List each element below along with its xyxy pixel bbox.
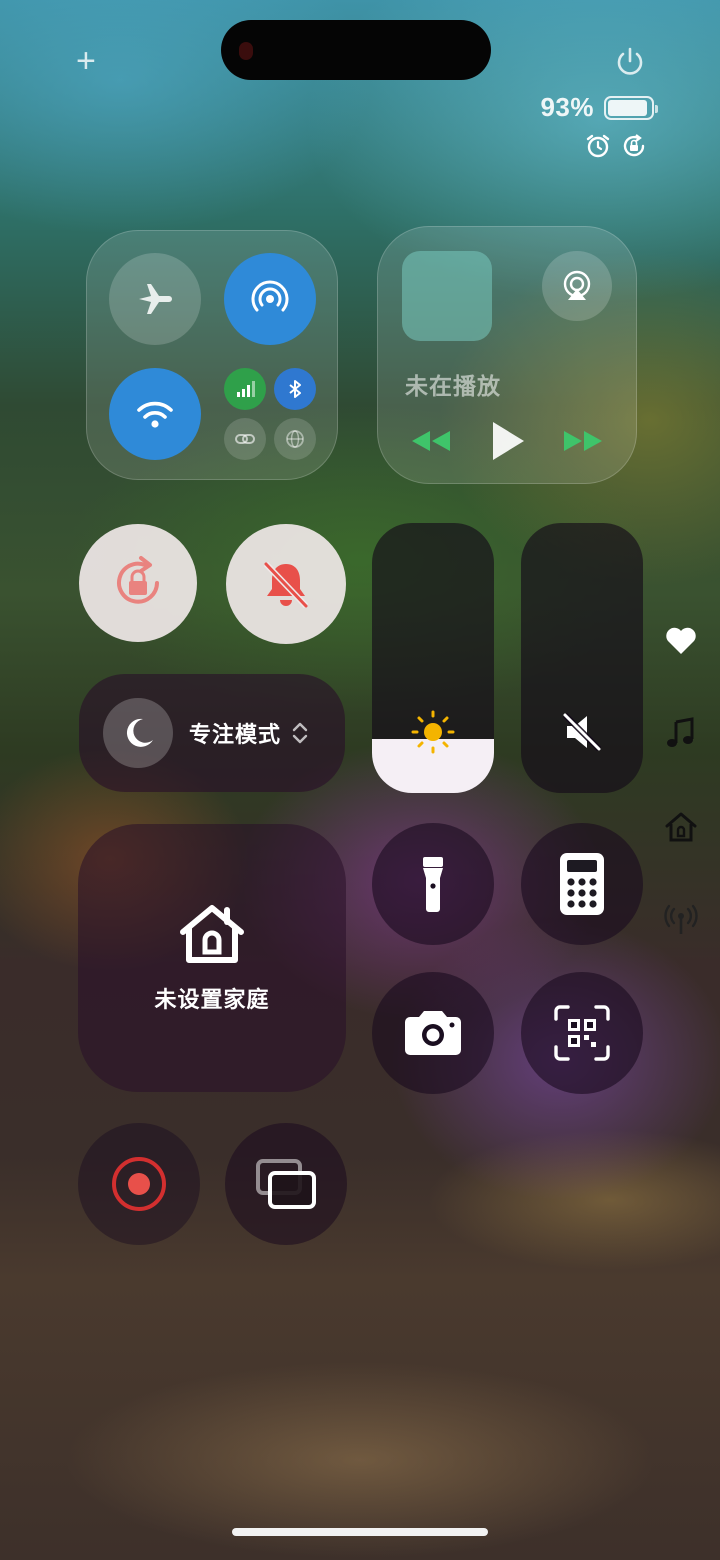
plus-icon[interactable]: + — [76, 44, 96, 78]
airdrop-button[interactable] — [224, 253, 316, 345]
rotation-lock-icon — [623, 134, 645, 157]
album-art — [402, 251, 492, 341]
home-icon[interactable] — [664, 810, 698, 844]
heart-icon[interactable] — [664, 626, 698, 656]
play-icon[interactable] — [487, 419, 527, 463]
battery-percent: 93% — [540, 92, 594, 122]
wifi-button[interactable] — [109, 368, 201, 460]
mute-icon — [562, 712, 602, 752]
screen-mirroring-button[interactable] — [225, 1123, 347, 1245]
camera-dot — [239, 42, 253, 60]
bluetooth-icon — [289, 380, 301, 398]
screen-recording-button[interactable] — [78, 1123, 200, 1245]
focus-mode-label: 专注模式 — [189, 722, 282, 747]
silent-mode-button[interactable] — [226, 524, 346, 644]
vpn-button[interactable] — [274, 418, 316, 460]
sun-icon — [411, 710, 455, 754]
volume-slider[interactable] — [521, 523, 643, 793]
alarm-icon — [586, 134, 610, 158]
calculator-icon — [560, 853, 604, 915]
media-controls — [408, 419, 606, 463]
wifi-icon — [137, 401, 173, 428]
flashlight-button[interactable] — [372, 823, 494, 945]
home-module[interactable]: 未设置家庭 — [78, 824, 346, 1092]
airplay-icon — [563, 270, 591, 300]
airplane-icon — [139, 284, 172, 314]
music-icon[interactable] — [664, 716, 698, 750]
camera-icon — [405, 1011, 461, 1055]
focus-mode-button[interactable]: 专注模式 — [79, 674, 345, 792]
link-icon — [235, 434, 255, 444]
power-icon[interactable] — [612, 44, 648, 80]
status-small-icons — [585, 133, 647, 159]
cellular-icon — [237, 381, 255, 397]
camera-button[interactable] — [372, 972, 494, 1094]
qr-scan-icon — [554, 1005, 610, 1061]
screen-mirror-icon — [256, 1159, 316, 1209]
brightness-slider[interactable] — [372, 523, 494, 793]
flashlight-icon — [423, 857, 443, 912]
now-playing-title: 未在播放 — [405, 373, 501, 399]
airdrop-icon — [251, 280, 289, 312]
airplane-mode-button[interactable] — [109, 253, 201, 345]
battery-icon — [604, 95, 658, 120]
house-icon — [180, 905, 244, 963]
link-button[interactable] — [224, 418, 266, 460]
orientation-lock-icon — [117, 556, 159, 604]
chevron-updown-icon — [292, 722, 308, 744]
airplay-button[interactable] — [542, 251, 612, 321]
home-label: 未设置家庭 — [154, 987, 270, 1012]
connectivity-module — [86, 230, 338, 480]
forward-icon[interactable] — [562, 427, 606, 455]
cellular-button[interactable] — [224, 368, 266, 410]
focus-moon-circle — [103, 698, 173, 768]
moon-icon — [126, 718, 153, 747]
qr-scanner-button[interactable] — [521, 972, 643, 1094]
record-icon — [112, 1157, 166, 1211]
orientation-lock-button[interactable] — [79, 524, 197, 642]
silent-bell-icon — [263, 561, 309, 609]
rewind-icon[interactable] — [408, 427, 452, 455]
antenna-icon[interactable] — [664, 904, 698, 936]
calculator-button[interactable] — [521, 823, 643, 945]
vpn-globe-icon — [286, 430, 304, 448]
home-indicator[interactable] — [232, 1528, 488, 1536]
bluetooth-button[interactable] — [274, 368, 316, 410]
status-bar: 93% — [540, 92, 658, 123]
dynamic-island — [221, 20, 491, 80]
now-playing-module[interactable]: 未在播放 — [377, 226, 637, 484]
